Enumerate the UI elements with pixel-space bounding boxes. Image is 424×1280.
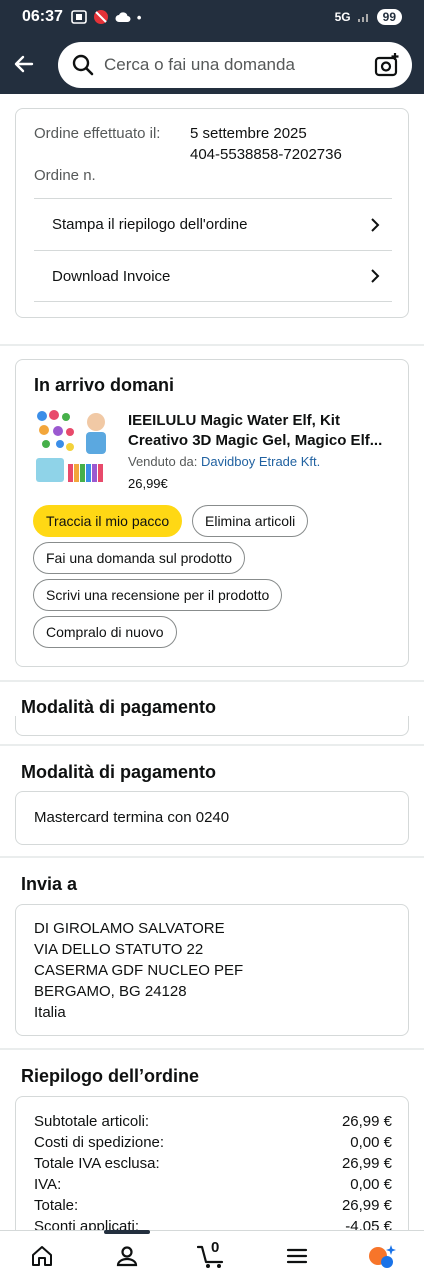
signal-icon xyxy=(357,14,368,22)
nav-home[interactable] xyxy=(12,1233,72,1279)
seller-link[interactable]: Davidboy Etrade Kft. xyxy=(201,454,320,469)
order-date-label: Ordine effettuato il: xyxy=(34,125,161,142)
order-number-label: Ordine n. xyxy=(34,167,96,184)
print-summary-link[interactable]: Stampa il riepilogo dell'ordine xyxy=(34,198,392,250)
app-header xyxy=(0,34,424,94)
summary-label: Totale: xyxy=(34,1197,79,1214)
payment-section-sticky: Modalità di pagamento xyxy=(0,682,424,744)
dot-icon: • xyxy=(136,9,142,25)
battery-indicator: 99 xyxy=(376,9,402,25)
status-notification-icons: • xyxy=(71,9,142,25)
back-button[interactable] xyxy=(0,40,48,88)
order-info-section: Ordine effettuato il: 5 settembre 2025 O… xyxy=(0,94,424,344)
chevron-right-icon xyxy=(371,217,380,232)
address-line-country: Italia xyxy=(34,1004,66,1021)
track-package-button[interactable]: Traccia il mio pacco xyxy=(33,505,183,537)
shipment-section: In arrivo domani IEEILULU Magic Water El… xyxy=(0,346,424,680)
shipping-address-card: DI GIROLAMO SALVATORE VIA DELLO STATUTO … xyxy=(15,904,409,1036)
address-line-city: BERGAMO, BG 24128 xyxy=(34,983,187,1000)
blocked-app-icon xyxy=(93,10,108,24)
status-bar: 06:37 • 5G 99 xyxy=(0,0,424,34)
arrow-left-icon xyxy=(14,55,34,73)
shipment-status-title: In arrivo domani xyxy=(34,375,175,395)
summary-label: Subtotale articoli: xyxy=(34,1113,150,1130)
payment-method: Mastercard termina con 0240 xyxy=(34,809,230,826)
chevron-right-icon xyxy=(371,269,380,283)
home-icon xyxy=(32,1245,53,1266)
summary-row: Costi di spedizione: 0,00 € xyxy=(34,1132,392,1153)
print-summary-label: Stampa il riepilogo dell'ordine xyxy=(52,216,248,233)
payment-card: Mastercard termina con 0240 xyxy=(15,791,409,845)
assistant-icon xyxy=(368,1244,396,1268)
summary-value: 26,99 € xyxy=(341,1113,392,1130)
address-line-name: DI GIROLAMO SALVATORE xyxy=(34,920,225,937)
user-icon xyxy=(117,1245,138,1266)
summary-label: Costi di spedizione: xyxy=(34,1134,165,1151)
nav-account[interactable] xyxy=(97,1233,157,1279)
order-details-content: Ordine effettuato il: 5 settembre 2025 O… xyxy=(0,94,424,1230)
order-summary-card: Subtotale articoli: 26,99 € Costi di sped… xyxy=(15,1096,409,1230)
download-invoice-label: Download Invoice xyxy=(52,267,171,285)
network-type: 5G xyxy=(334,10,351,24)
summary-label: Sconti applicati: xyxy=(34,1218,140,1230)
product-price: 26,99€ xyxy=(128,476,168,491)
sold-by-label: Venduto da: xyxy=(128,454,198,469)
order-summary-title: Riepilogo dell’ordine xyxy=(21,1066,200,1086)
payment-section: Modalità di pagamento Mastercard termina… xyxy=(0,746,424,856)
summary-label: IVA: xyxy=(34,1176,62,1193)
summary-row: IVA: 0,00 € xyxy=(34,1174,392,1195)
payment-sticky-card-edge xyxy=(15,716,409,736)
payment-title: Modalità di pagamento xyxy=(21,762,217,782)
delete-items-button[interactable]: Elimina articoli xyxy=(192,505,309,537)
nav-rufus-assistant[interactable] xyxy=(352,1233,412,1279)
summary-value: 26,99 € xyxy=(341,1155,392,1172)
product-image xyxy=(34,408,110,486)
address-line-street: VIA DELLO STATUTO 22 xyxy=(34,941,204,958)
summary-value: 26,99 € xyxy=(341,1197,392,1214)
summary-row: Subtotale articoli: 26,99 € xyxy=(34,1111,392,1132)
shipment-card: In arrivo domani IEEILULU Magic Water El… xyxy=(15,359,409,667)
active-tab-indicator xyxy=(104,1230,150,1234)
shipping-title: Invia a xyxy=(21,874,78,894)
payment-sticky-title: Modalità di pagamento xyxy=(21,697,217,717)
buy-again-button[interactable]: Compralo di nuovo xyxy=(33,616,177,648)
write-review-button[interactable]: Scrivi una recensione per il prodotto xyxy=(33,579,283,611)
cloud-icon xyxy=(115,12,131,22)
summary-value: 0,00 € xyxy=(350,1134,392,1151)
summary-value: -4,05 € xyxy=(345,1218,392,1230)
summary-label: Totale IVA esclusa: xyxy=(34,1155,160,1172)
status-time: 06:37 xyxy=(22,8,63,25)
order-number-value: 404-5538858-7202736 xyxy=(190,146,342,163)
summary-value: 0,00 € xyxy=(350,1176,392,1193)
search-icon xyxy=(72,54,94,76)
summary-row: Sconti applicati: -4,05 € xyxy=(34,1216,392,1230)
summary-row: Totale: 26,99 € xyxy=(34,1195,392,1216)
address-line-extra: CASERMA GDF NUCLEO PEF xyxy=(34,962,244,979)
ask-question-button[interactable]: Fai una domanda sul prodotto xyxy=(33,542,246,574)
download-invoice-link[interactable]: Download Invoice xyxy=(34,250,392,302)
nav-cart[interactable]: 0 xyxy=(182,1233,242,1279)
product-thumbnail[interactable] xyxy=(34,408,110,486)
status-right: 5G 99 xyxy=(335,9,402,25)
shipping-section: Invia a DI GIROLAMO SALVATORE VIA DELLO … xyxy=(0,858,424,1048)
nav-menu[interactable] xyxy=(267,1233,327,1279)
order-summary-section: Riepilogo dell’ordine Subtotale articoli… xyxy=(0,1050,424,1230)
bottom-navigation: 0 xyxy=(0,1230,424,1280)
seller-info: Venduto da: Davidboy Etrade Kft. xyxy=(128,454,320,469)
camera-search-icon[interactable] xyxy=(374,52,400,78)
product-title-link[interactable]: IEEILULU Magic Water Elf, Kit Creativo 3… xyxy=(128,411,394,451)
screenshot-icon xyxy=(71,10,87,24)
order-date-value: 5 settembre 2025 xyxy=(190,125,307,142)
search-input[interactable] xyxy=(104,55,374,75)
cart-count: 0 xyxy=(210,1238,220,1256)
search-bar[interactable] xyxy=(58,42,412,88)
order-info-card: Ordine effettuato il: 5 settembre 2025 O… xyxy=(15,108,409,318)
menu-icon xyxy=(286,1248,307,1263)
summary-row: Totale IVA esclusa: 26,99 € xyxy=(34,1153,392,1174)
